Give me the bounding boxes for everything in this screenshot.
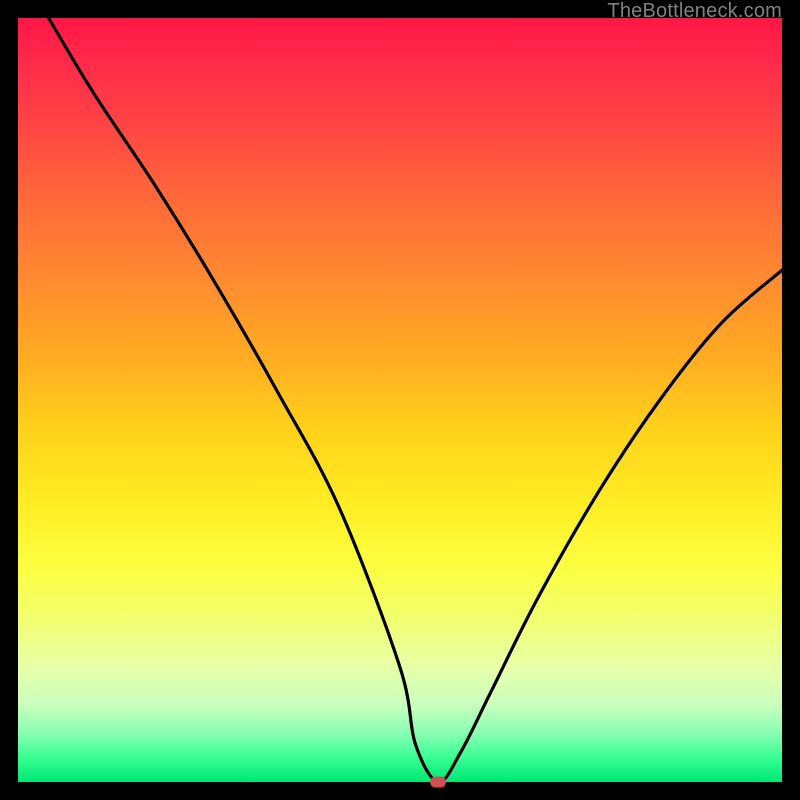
chart-frame: TheBottleneck.com — [0, 0, 800, 800]
minimum-marker — [430, 777, 446, 788]
plot-area — [18, 18, 782, 782]
curve-svg — [18, 18, 782, 782]
bottleneck-curve-path — [49, 18, 782, 782]
